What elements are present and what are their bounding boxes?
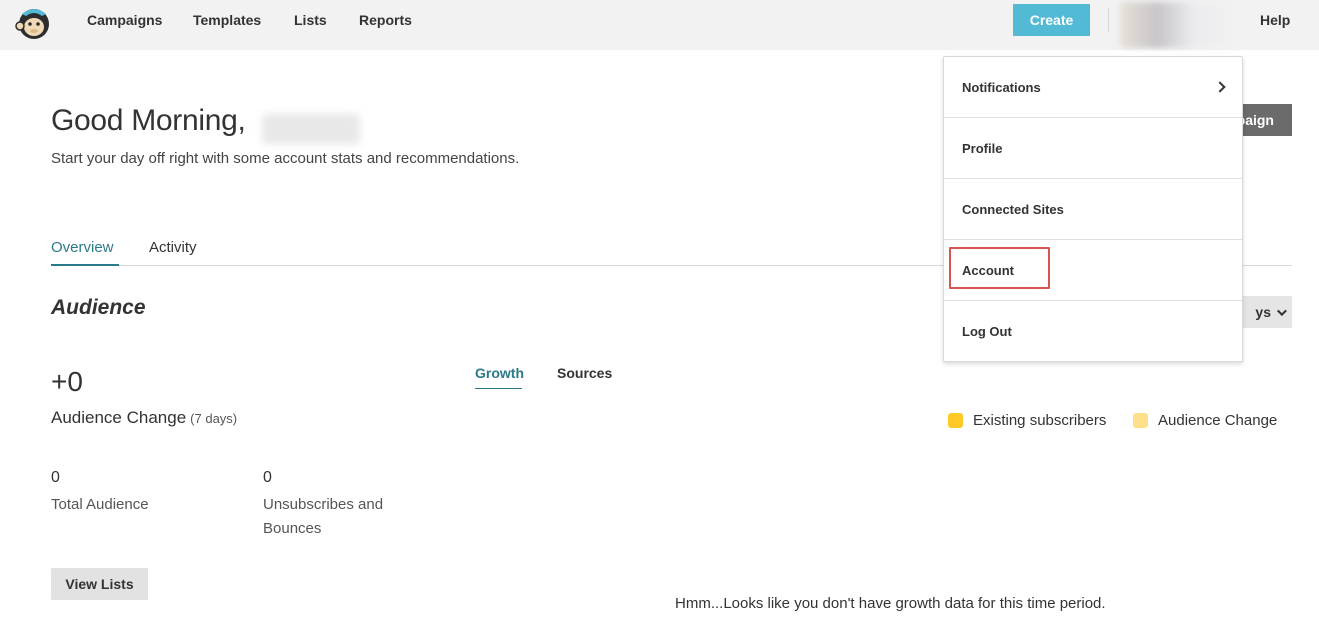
menu-item-log-out[interactable]: Log Out	[944, 301, 1242, 362]
audience-change-period: (7 days)	[190, 411, 238, 426]
menu-item-label: Profile	[962, 140, 1003, 156]
legend-swatch	[948, 413, 963, 428]
nav-lists[interactable]: Lists	[294, 12, 327, 28]
chevron-right-icon	[1214, 81, 1226, 93]
redacted-username	[262, 114, 360, 144]
account-dropdown-menu: Notifications Profile Connected Sites Ac…	[943, 56, 1243, 362]
nav-templates[interactable]: Templates	[193, 12, 261, 28]
top-nav: Campaigns Templates Lists Reports Create…	[0, 0, 1319, 50]
legend-label: Audience Change	[1158, 412, 1278, 429]
nav-campaigns[interactable]: Campaigns	[87, 12, 162, 28]
legend-audience-change: Audience Change	[1133, 412, 1277, 429]
menu-item-label: Log Out	[962, 324, 1012, 339]
tab-activity[interactable]: Activity	[149, 239, 197, 256]
page-subtitle: Start your day off right with some accou…	[51, 150, 520, 167]
menu-item-notifications[interactable]: Notifications	[944, 57, 1242, 118]
help-link[interactable]: Help	[1260, 12, 1290, 28]
nav-reports[interactable]: Reports	[359, 12, 412, 28]
menu-item-label: Notifications	[962, 79, 1041, 95]
subtab-growth[interactable]: Growth	[475, 365, 524, 381]
unsubscribes-value: 0	[263, 469, 272, 486]
page-title: Good Morning,	[51, 104, 246, 137]
chevron-down-icon	[1276, 305, 1287, 316]
unsubscribes-label-line1: Unsubscribes and	[263, 496, 384, 513]
audience-change-text: Audience Change	[51, 408, 187, 427]
unsubscribes-label-line2: Bounces	[263, 520, 322, 537]
audience-change-value: +0	[51, 366, 83, 397]
mailchimp-monkey-icon[interactable]	[14, 2, 54, 42]
audience-change-label: Audience Change (7 days)	[51, 408, 237, 428]
menu-item-profile[interactable]: Profile	[944, 118, 1242, 179]
legend-label: Existing subscribers	[973, 412, 1107, 429]
subtab-active-indicator	[475, 388, 522, 389]
legend-swatch	[1133, 413, 1148, 428]
tab-active-indicator	[51, 264, 119, 266]
account-avatar[interactable]	[1120, 2, 1244, 48]
subtab-sources[interactable]: Sources	[557, 365, 612, 381]
account-highlight-box	[949, 247, 1050, 289]
menu-item-label: Connected Sites	[962, 201, 1064, 217]
legend-existing-subscribers: Existing subscribers	[948, 412, 1106, 429]
total-audience-label: Total Audience	[51, 496, 149, 513]
audience-heading: Audience	[51, 296, 146, 319]
nav-divider	[1108, 8, 1109, 32]
view-lists-button[interactable]: View Lists	[51, 568, 148, 600]
empty-growth-message: Hmm...Looks like you don't have growth d…	[675, 595, 1106, 612]
menu-item-connected-sites[interactable]: Connected Sites	[944, 179, 1242, 240]
period-label: ys	[1255, 304, 1271, 320]
create-button[interactable]: Create	[1013, 4, 1090, 36]
tab-overview[interactable]: Overview	[51, 239, 114, 256]
total-audience-value: 0	[51, 469, 60, 486]
unsubscribes-label: Unsubscribes and Bounces	[263, 493, 383, 541]
